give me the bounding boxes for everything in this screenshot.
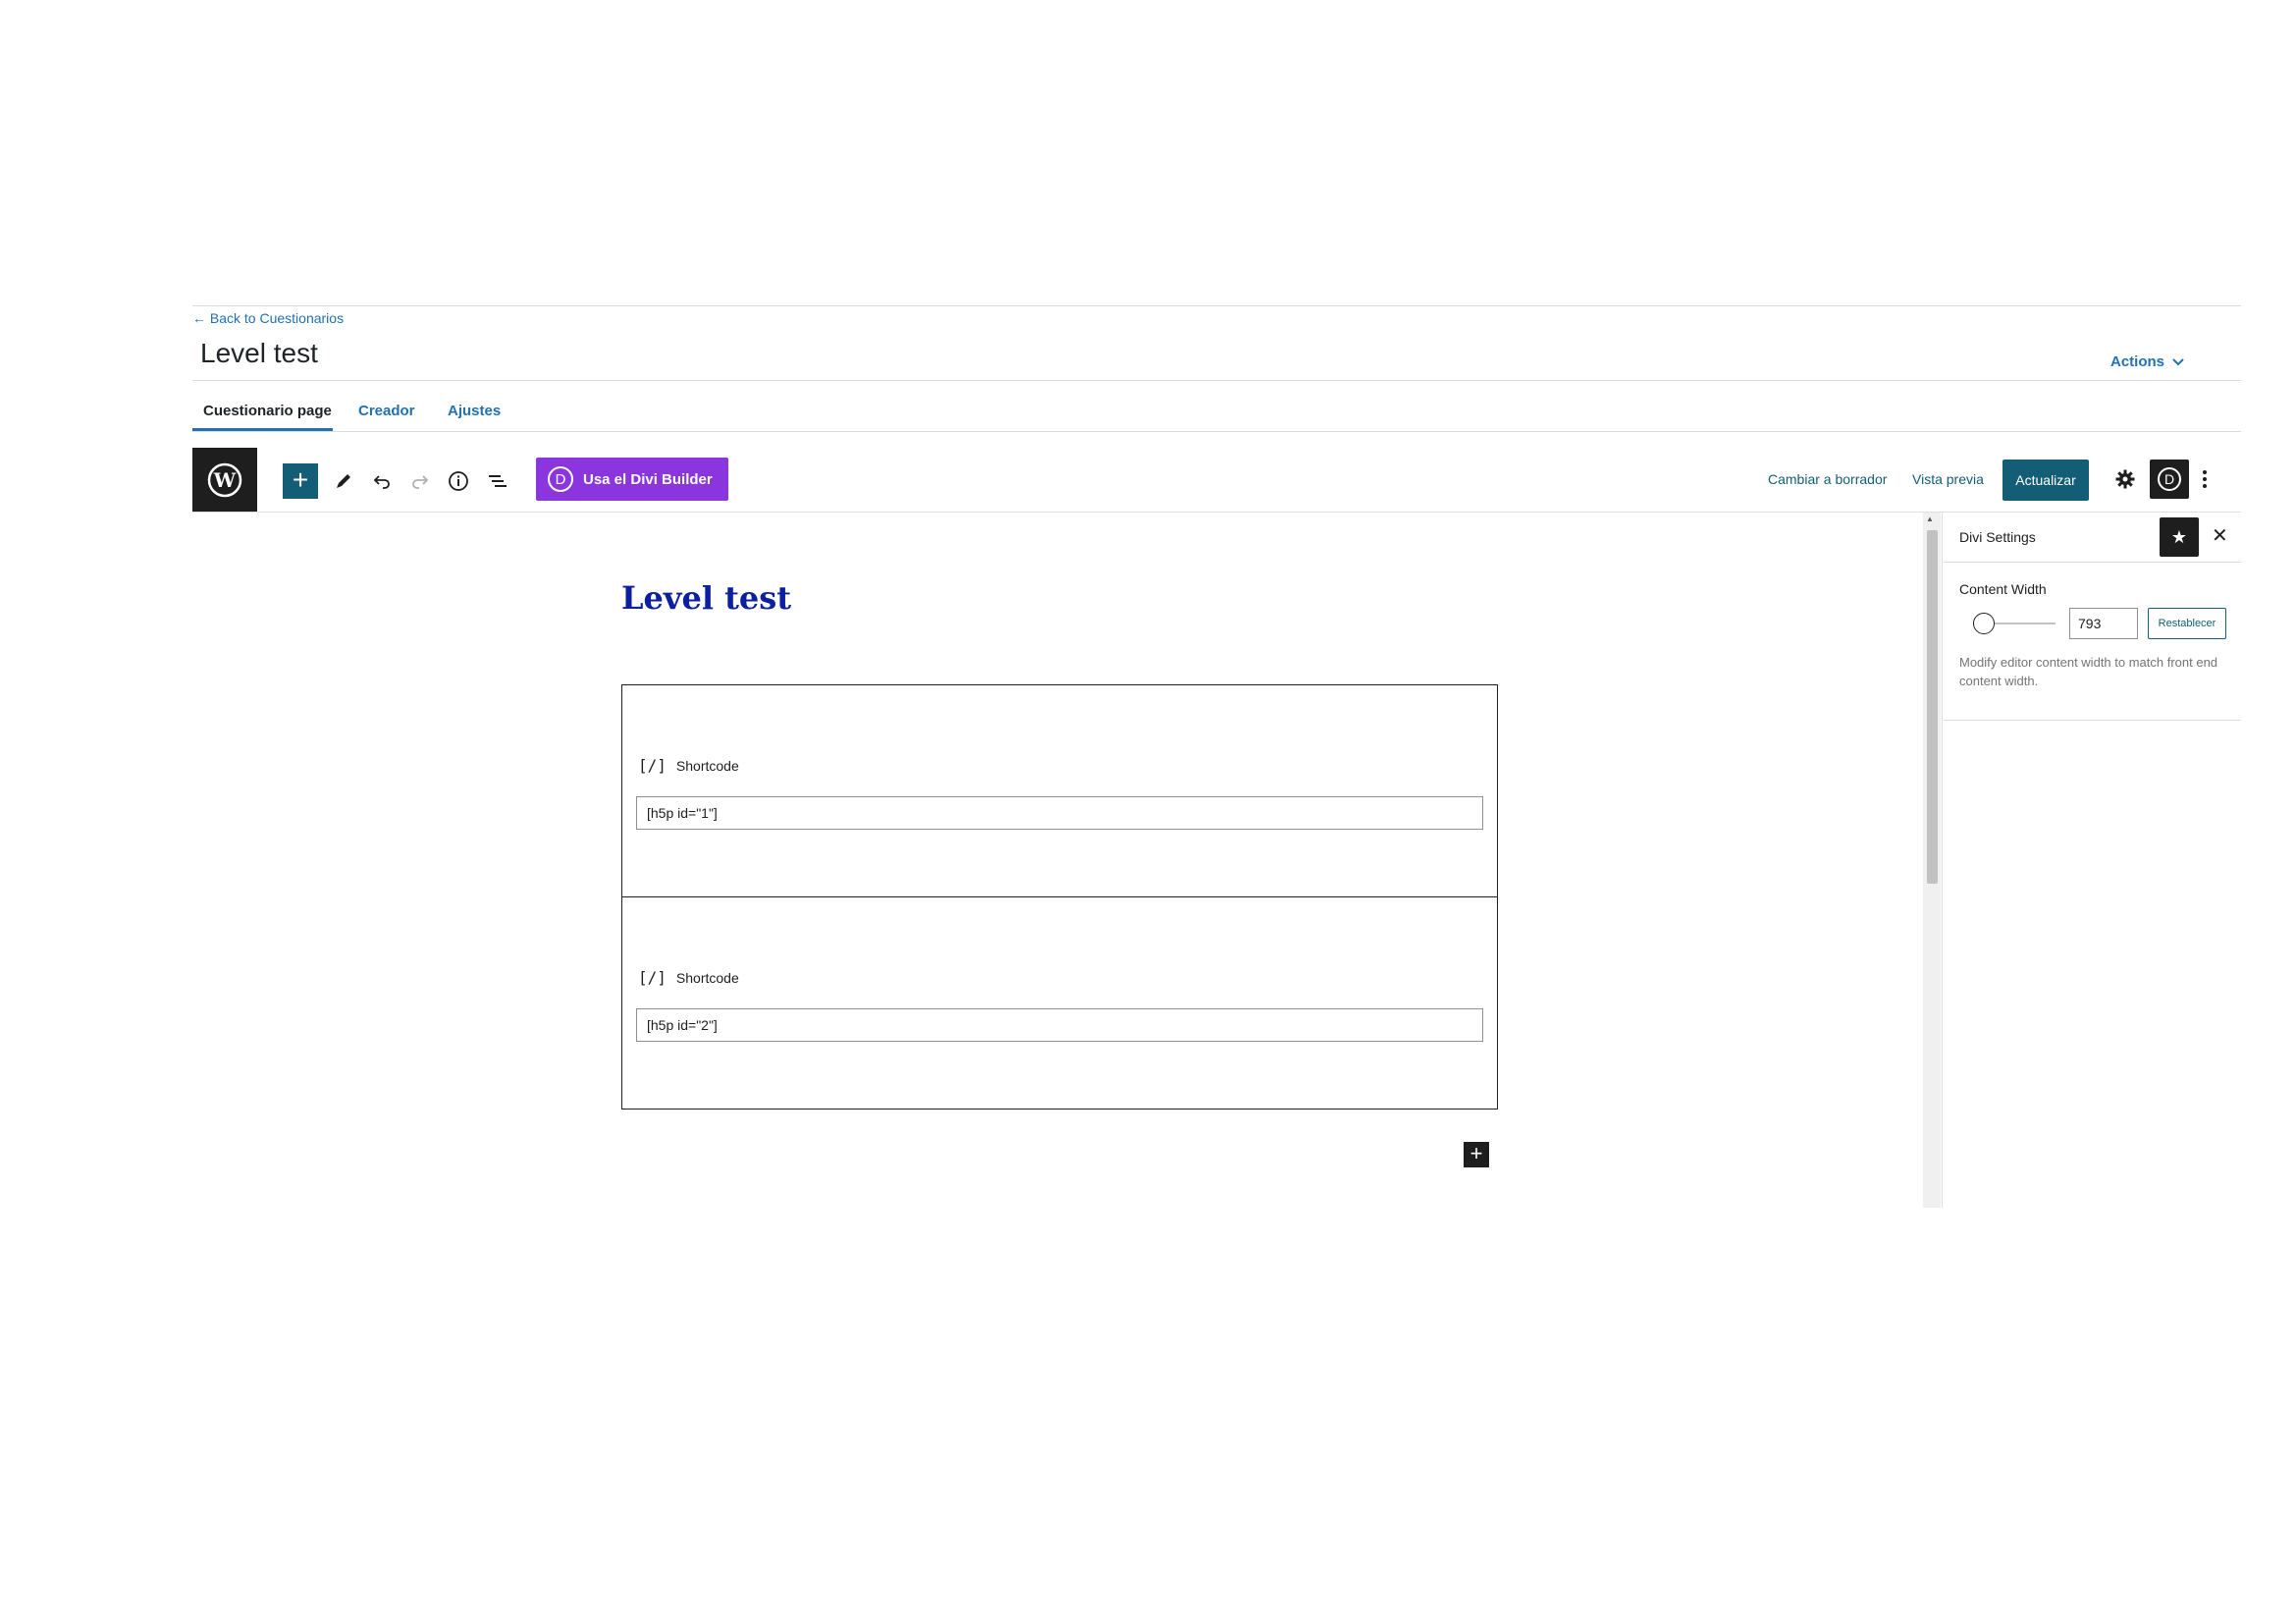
settings-button[interactable] (2109, 463, 2141, 495)
divi-logo-icon: D (548, 466, 573, 492)
wordpress-logo-icon: W (207, 462, 242, 498)
list-view-button[interactable] (482, 465, 513, 497)
close-icon: ✕ (2212, 525, 2228, 547)
tab-ajustes[interactable]: Ajustes (448, 403, 501, 419)
undo-button[interactable] (366, 465, 398, 497)
close-sidebar-button[interactable]: ✕ (2212, 523, 2228, 548)
details-button[interactable] (443, 465, 474, 497)
content-width-input[interactable] (2069, 608, 2138, 639)
scroll-up-arrow-icon[interactable]: ▲ (1926, 514, 1934, 523)
list-view-icon (489, 475, 507, 487)
sidebar-border (1942, 513, 1943, 1208)
edit-pencil-icon (337, 474, 350, 488)
undo-icon (373, 475, 390, 489)
shortcode-icon: [/] (638, 968, 667, 987)
plus-icon: + (1469, 1141, 1483, 1165)
shortcode-block[interactable]: [/] Shortcode (621, 896, 1498, 1110)
switch-to-draft-button[interactable]: Cambiar a borrador (1768, 471, 1887, 487)
star-icon: ★ (2170, 526, 2188, 547)
header-divider (192, 380, 2241, 381)
scrollbar-thumb[interactable] (1927, 530, 1938, 884)
sidebar-title: Divi Settings (1959, 529, 2036, 545)
gear-icon (2115, 469, 2135, 489)
top-divider (192, 305, 2241, 306)
tabs-divider (192, 431, 2241, 432)
edit-tool-button[interactable] (328, 465, 359, 497)
shortcode-label: Shortcode (675, 969, 739, 986)
actions-dropdown-button[interactable]: Actions (2110, 353, 2184, 370)
preview-button[interactable]: Vista previa (1912, 471, 1984, 487)
post-title[interactable]: Level test (621, 579, 791, 617)
options-menu-button[interactable] (2189, 463, 2220, 495)
shortcode-label: Shortcode (675, 757, 739, 774)
divi-settings-toggle[interactable]: D (2150, 460, 2189, 499)
sidebar-panel-divider (1944, 720, 2241, 721)
divi-logo-icon: D (2158, 467, 2181, 491)
divi-builder-label: Usa el Divi Builder (583, 470, 713, 488)
shortcode-icon: [/] (638, 756, 667, 775)
shortcode-block-label: [/] Shortcode (638, 968, 739, 987)
sidebar-header-divider (1944, 562, 2241, 563)
reset-button[interactable]: Restablecer (2148, 608, 2226, 639)
shortcode-input[interactable] (636, 1008, 1483, 1042)
update-button[interactable]: Actualizar (2002, 460, 2089, 501)
tab-cuestionario-page[interactable]: Cuestionario page (203, 403, 332, 419)
actions-label: Actions (2110, 353, 2165, 370)
content-width-help-text: Modify editor content width to match fro… (1959, 655, 2218, 688)
plus-icon: + (292, 464, 309, 495)
page-title: Level test (200, 338, 318, 368)
pin-sidebar-button[interactable]: ★ (2160, 517, 2199, 557)
divi-builder-button[interactable]: D Usa el Divi Builder (536, 458, 728, 501)
content-width-label: Content Width (1959, 581, 2047, 597)
shortcode-block-label: [/] Shortcode (638, 756, 739, 775)
shortcode-block[interactable]: [/] Shortcode (621, 684, 1498, 897)
back-to-list-link[interactable]: ← Back to Cuestionarios (192, 310, 344, 326)
content-width-slider-handle[interactable] (1973, 613, 1995, 634)
redo-button[interactable] (404, 465, 436, 497)
add-block-button[interactable]: + (283, 463, 318, 499)
svg-text:W: W (213, 468, 237, 492)
wordpress-logo-button[interactable]: W (192, 448, 257, 513)
info-icon (449, 471, 468, 491)
append-block-button[interactable]: + (1464, 1142, 1489, 1167)
kebab-menu-icon (2203, 470, 2207, 488)
tab-creador[interactable]: Creador (358, 403, 415, 419)
shortcode-input[interactable] (636, 796, 1483, 830)
chevron-down-icon (2172, 357, 2184, 365)
redo-icon (412, 475, 429, 489)
